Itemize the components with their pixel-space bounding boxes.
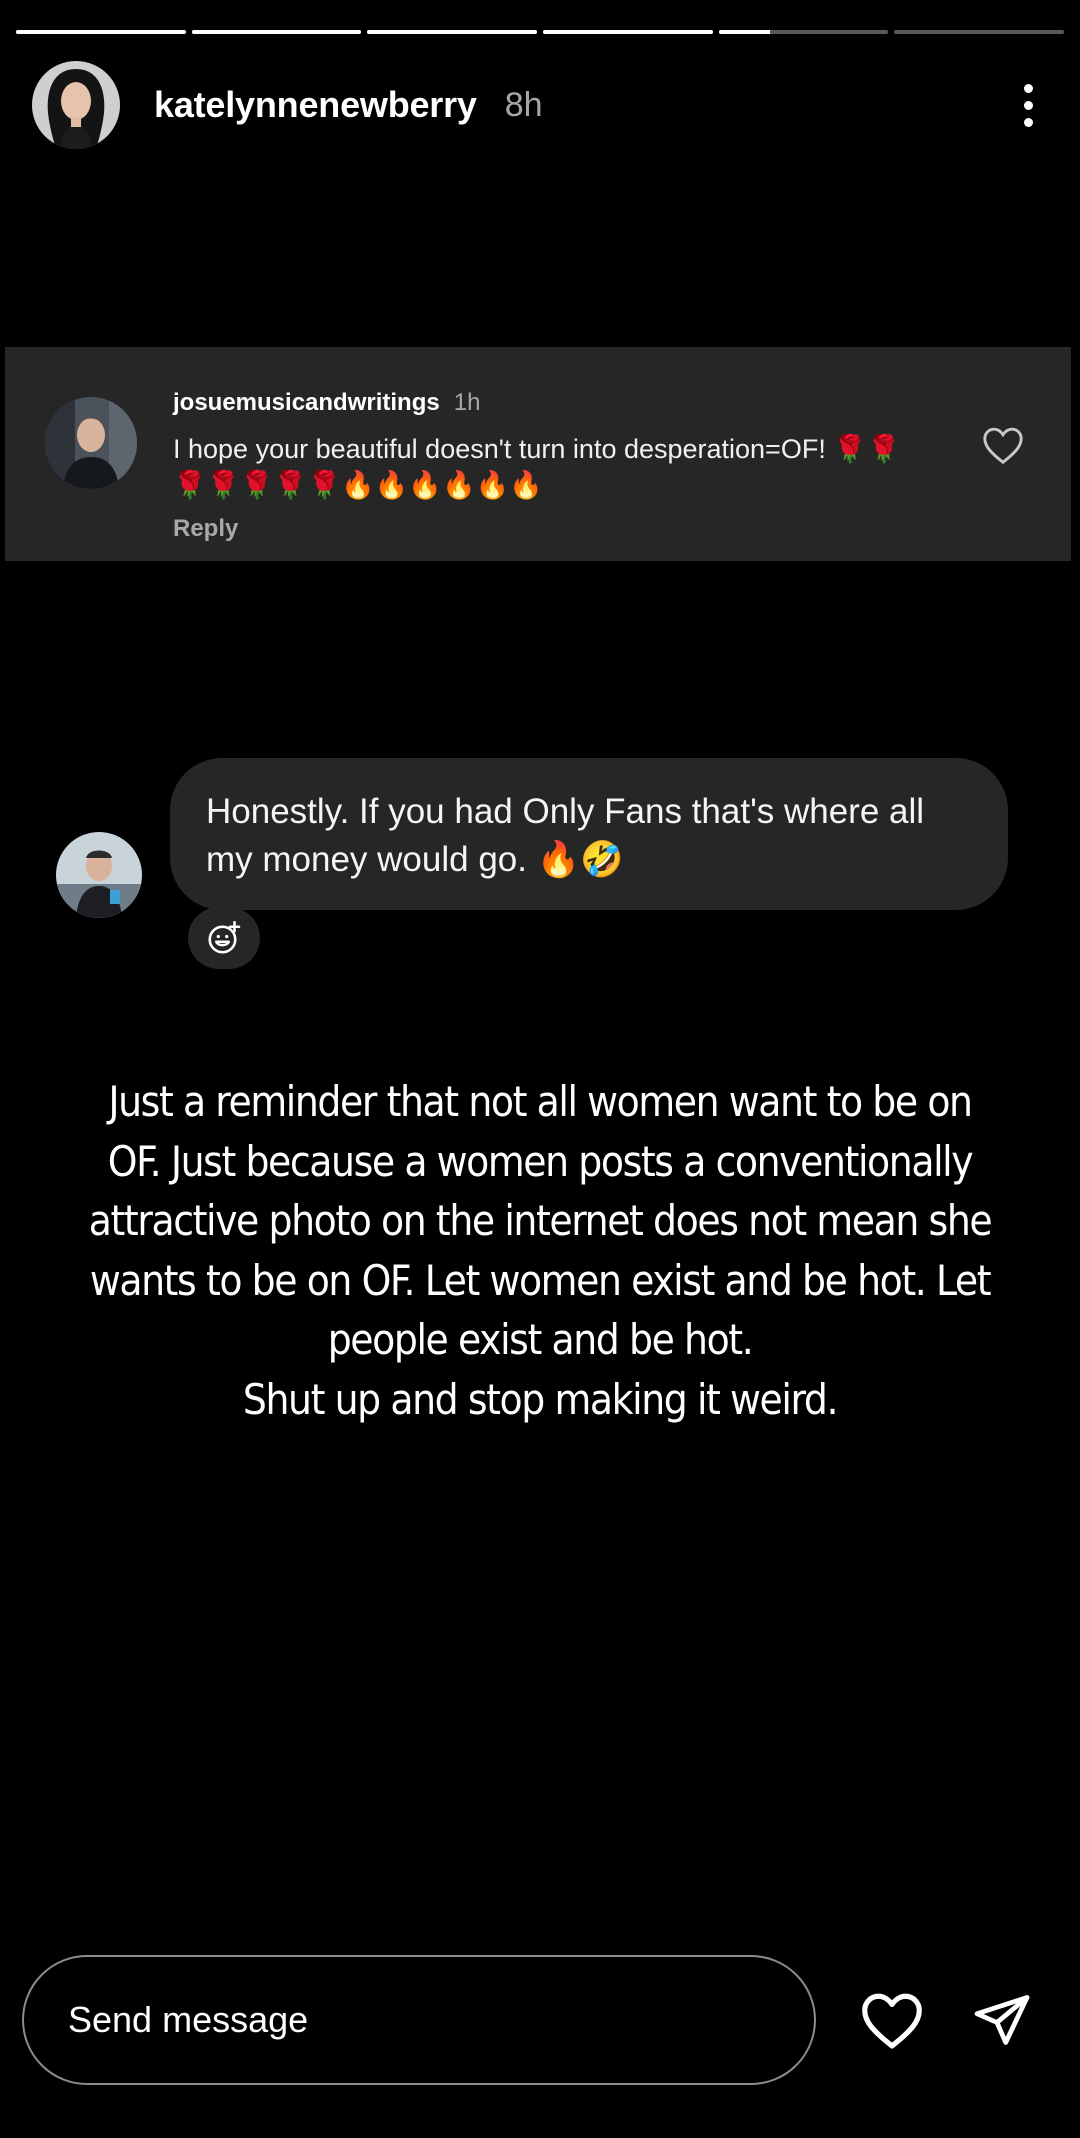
dm-sender-avatar: [56, 832, 142, 918]
comment-text: I hope your beautiful doesn't turn into …: [173, 434, 901, 500]
more-vertical-icon[interactable]: [1008, 75, 1048, 135]
commenter-username: josuemusicandwritings 1h: [173, 389, 481, 416]
story-header: katelynnenewberry 8h: [32, 60, 1048, 150]
progress-segment: [894, 30, 1065, 34]
commenter-avatar: [45, 397, 137, 489]
progress-segment: [367, 30, 538, 34]
story-username[interactable]: katelynnenewberry: [154, 84, 477, 126]
story-timestamp: 8h: [504, 85, 543, 124]
heart-icon: [981, 425, 1025, 465]
comment-reply-label: Reply: [173, 515, 239, 542]
add-reaction-icon: [188, 907, 260, 969]
send-paper-plane-icon[interactable]: [966, 1985, 1038, 2055]
caption-line: attractive photo on the internet does no…: [88, 1196, 993, 1245]
progress-segment: [543, 30, 713, 34]
progress-segment: [16, 30, 186, 34]
caption-line: Just a reminder that not all women want …: [108, 1077, 973, 1126]
story-progress-bar: [16, 30, 1065, 35]
shared-comment-card: josuemusicandwritings 1h I hope your beau…: [5, 347, 1071, 561]
heart-icon[interactable]: [856, 1985, 928, 2055]
caption-line: people exist and be hot.: [327, 1315, 754, 1364]
caption-line: OF. Just because a women posts a convent…: [107, 1136, 974, 1186]
progress-segment: [718, 30, 889, 34]
comment-timestamp: 1h: [453, 389, 481, 416]
caption-line: wants to be on OF. Let women exist and b…: [89, 1255, 992, 1305]
message-composer[interactable]: [22, 1955, 816, 2085]
dm-message-bubble: Honestly. If you had Only Fans that's wh…: [170, 758, 1008, 910]
avatar[interactable]: [32, 61, 120, 149]
story-caption: Just a reminder that not all women want …: [60, 1072, 1020, 1429]
caption-line: Shut up and stop making it weird.: [242, 1374, 839, 1424]
progress-segment: [191, 30, 362, 34]
send-message-input[interactable]: [68, 1999, 814, 2041]
